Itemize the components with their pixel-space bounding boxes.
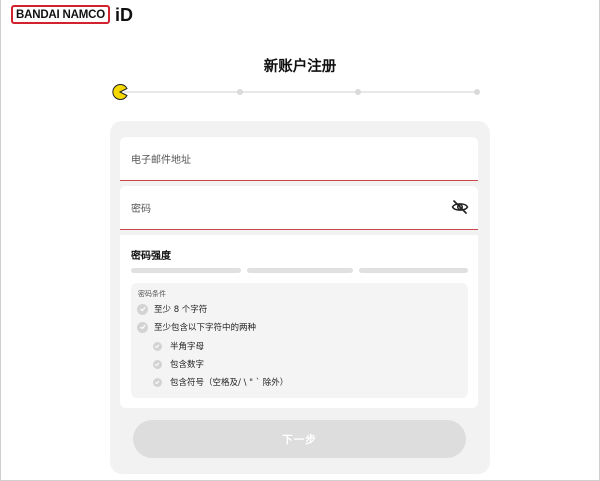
password-label: 密码 bbox=[131, 204, 151, 215]
check-icon bbox=[153, 359, 162, 369]
conditions-title: 密码条件 bbox=[138, 290, 166, 298]
email-field[interactable]: 电子邮件地址 bbox=[120, 137, 478, 181]
condition-symbols: 包含符号（空格及/ \ " ` 除外） bbox=[153, 376, 288, 388]
progress-step-3 bbox=[355, 89, 361, 95]
check-icon bbox=[153, 377, 162, 387]
strength-title: 密码强度 bbox=[131, 251, 171, 262]
logo-brand-text: BANDAI NAMCO bbox=[11, 5, 110, 24]
password-strength-panel: 密码强度 密码条件 至少 8 个字符 至少包含以下字符中的两种 半角字母 包含数… bbox=[120, 235, 478, 408]
strength-bar-1 bbox=[131, 268, 241, 273]
condition-text: 半角字母 bbox=[170, 342, 205, 352]
condition-two-types: 至少包含以下字符中的两种 bbox=[137, 321, 256, 333]
check-icon bbox=[137, 303, 148, 315]
eye-slash-icon[interactable] bbox=[451, 198, 469, 216]
page-title: 新账户注册 bbox=[263, 59, 337, 75]
progress-step-2 bbox=[237, 89, 243, 95]
check-icon bbox=[137, 321, 148, 333]
strength-bar-2 bbox=[247, 268, 353, 273]
condition-text: 包含符号（空格及/ \ " ` 除外） bbox=[170, 378, 289, 388]
progress-track bbox=[124, 91, 478, 93]
condition-letters: 半角字母 bbox=[153, 340, 204, 352]
strength-meter bbox=[131, 268, 468, 273]
progress-step-4 bbox=[474, 89, 480, 95]
strength-bar-3 bbox=[359, 268, 468, 273]
registration-card: 电子邮件地址 密码 密码强度 密码条件 至少 8 个字符 至少包含以下字符中的两… bbox=[110, 121, 490, 474]
condition-text: 至少包含以下字符中的两种 bbox=[154, 323, 257, 333]
logo-id-text: iD bbox=[114, 4, 133, 25]
progress-steps bbox=[112, 84, 482, 100]
password-conditions: 密码条件 至少 8 个字符 至少包含以下字符中的两种 半角字母 包含数字 包含符… bbox=[131, 283, 468, 398]
pacman-step-icon bbox=[112, 84, 128, 100]
email-label: 电子邮件地址 bbox=[131, 155, 191, 166]
check-icon bbox=[153, 341, 162, 351]
condition-numbers: 包含数字 bbox=[153, 358, 204, 370]
condition-min-length: 至少 8 个字符 bbox=[137, 303, 207, 315]
condition-text: 包含数字 bbox=[170, 360, 205, 370]
condition-text: 至少 8 个字符 bbox=[154, 305, 208, 315]
next-step-button[interactable]: 下一步 bbox=[133, 420, 466, 458]
bandai-namco-id-logo[interactable]: BANDAI NAMCO iD bbox=[11, 5, 133, 24]
password-field[interactable]: 密码 bbox=[120, 186, 478, 230]
